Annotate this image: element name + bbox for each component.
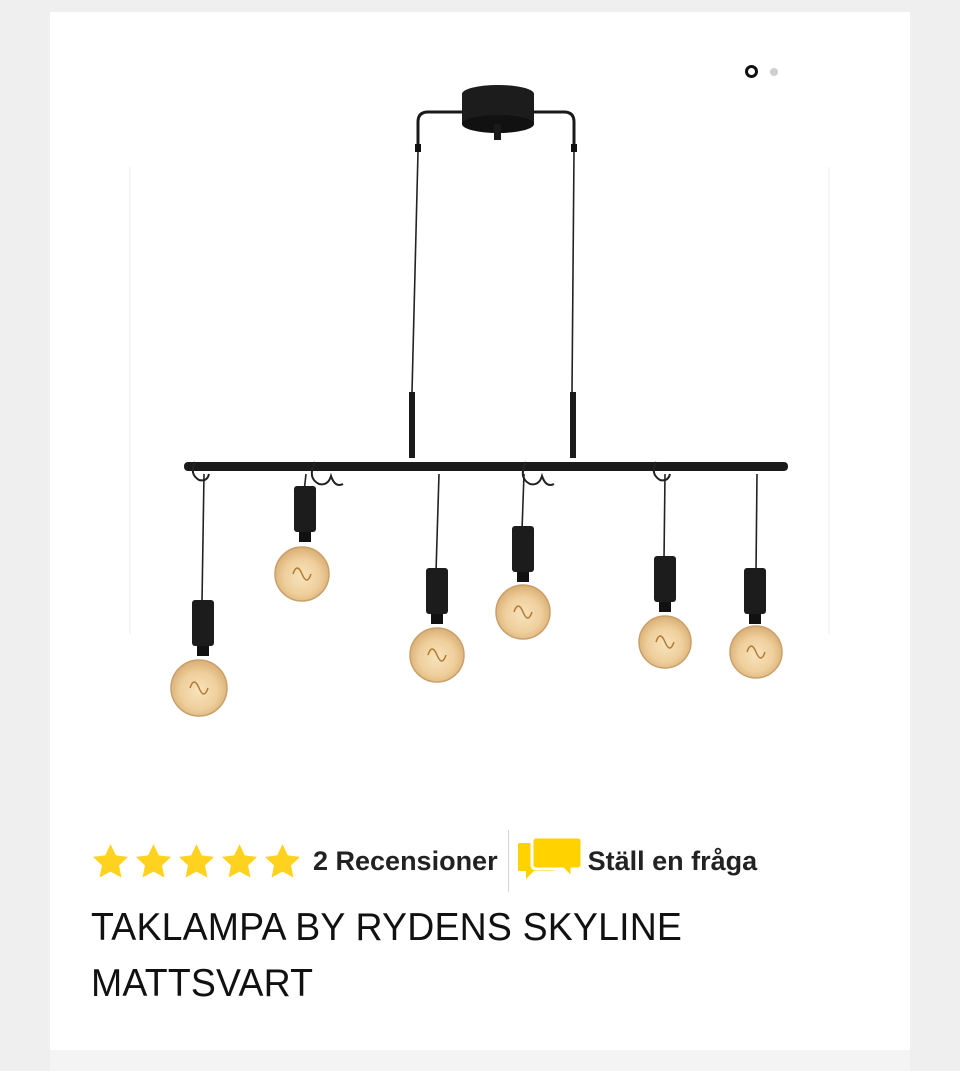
gallery-pagination <box>745 65 778 78</box>
gallery-dot[interactable] <box>770 67 778 76</box>
ask-question-link[interactable]: Ställ en fråga <box>517 833 758 889</box>
star-icon <box>221 843 258 878</box>
chat-bubbles-icon <box>517 835 584 882</box>
rating-and-question-row: 2 Recensioner Ställ en fråga <box>90 830 757 892</box>
product-title-line-2: MATTSVART <box>91 962 314 1005</box>
ask-question-label: Ställ en fråga <box>587 845 758 876</box>
product-card: 2 Recensioner Ställ en fråga TAKLAMPA BY… <box>50 12 910 1050</box>
product-image-gallery[interactable] <box>50 12 910 812</box>
gallery-dot-active[interactable] <box>745 65 758 78</box>
next-section-edge <box>50 1050 910 1071</box>
star-icon <box>178 843 215 878</box>
product-title-line-1: TAKLAMPA BY RYDENS SKYLINE <box>91 906 683 949</box>
divider <box>507 830 509 892</box>
product-image[interactable] <box>50 12 910 812</box>
star-icon <box>264 843 301 878</box>
star-icon <box>135 843 172 878</box>
reviews-count-link[interactable]: 2 Recensioner <box>313 846 498 877</box>
product-title: TAKLAMPA BY RYDENS SKYLINE MATTSVART <box>91 900 705 1012</box>
star-icon <box>92 843 129 878</box>
star-rating[interactable] <box>90 841 303 882</box>
